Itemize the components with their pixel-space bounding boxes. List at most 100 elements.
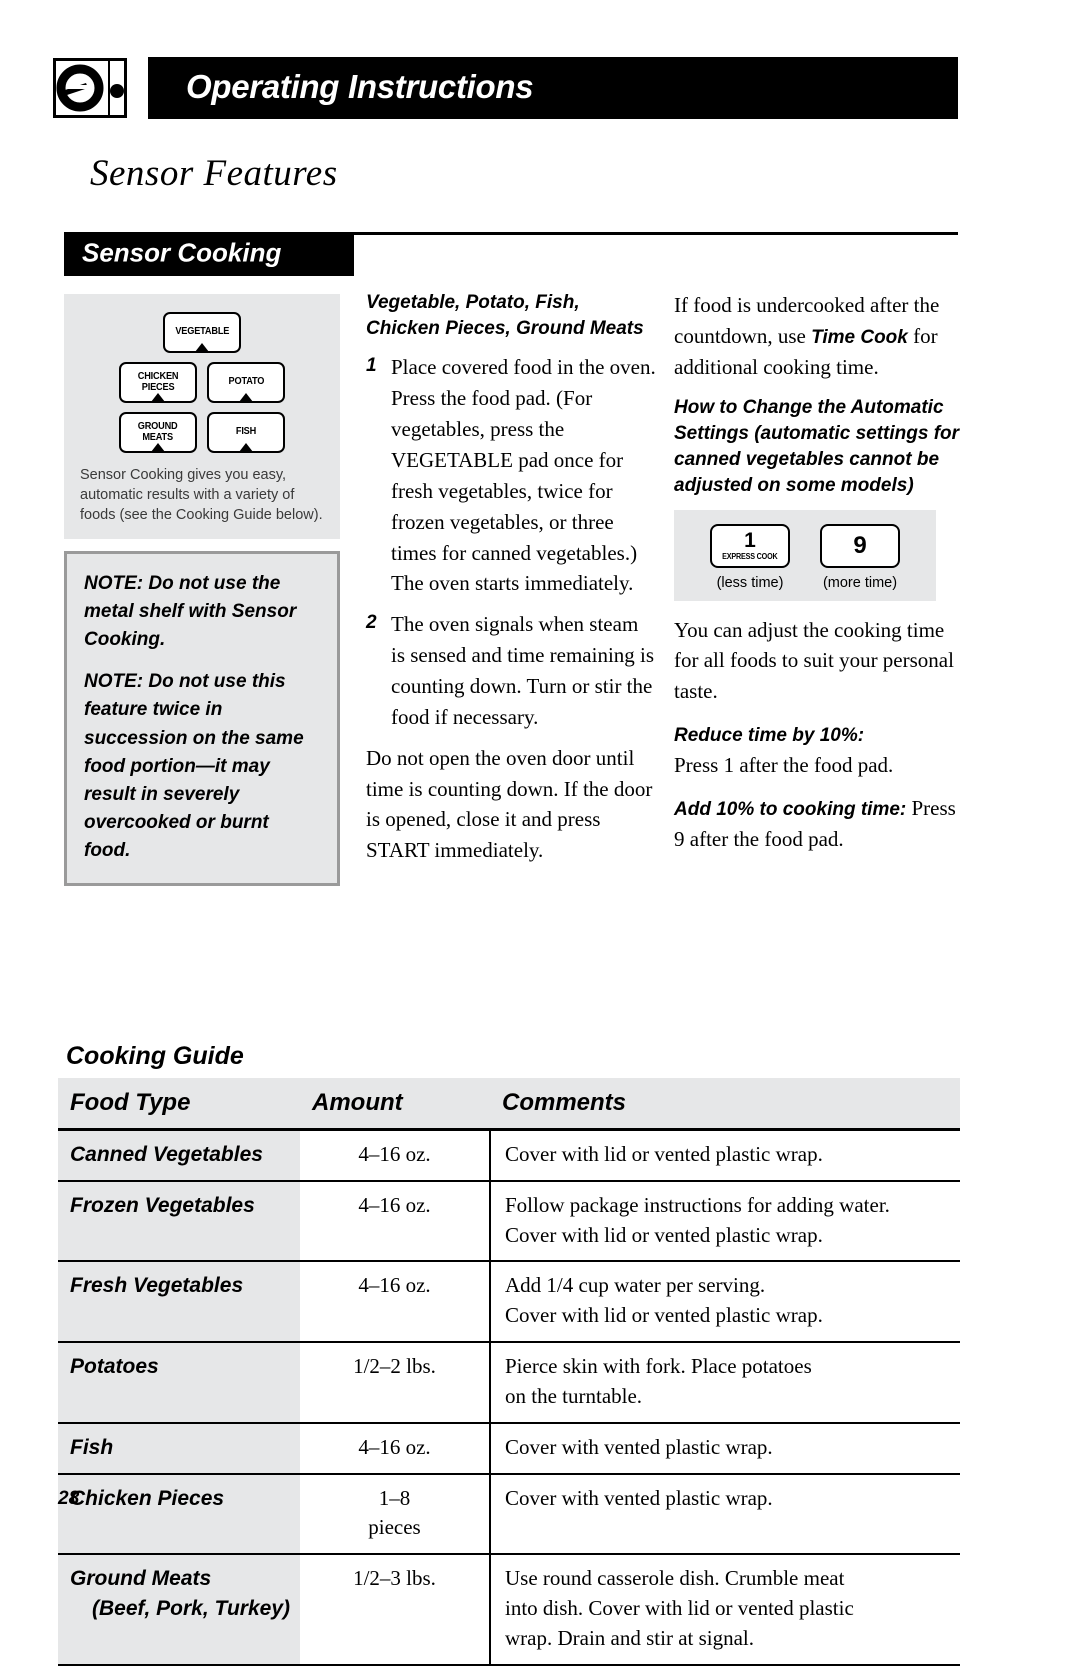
pad-potato[interactable]: POTATO (207, 362, 285, 403)
key-9-digit: 9 (853, 531, 867, 559)
sensor-cooking-band: Sensor Cooking (64, 232, 354, 276)
step-2-number: 2 (366, 612, 377, 634)
page-number: 28 (58, 1488, 80, 1509)
pad-nub-icon (239, 443, 253, 452)
step-2-text: The oven signals when steam is sensed an… (391, 612, 655, 729)
key-captions: (less time) (more time) (674, 575, 936, 591)
pad-ground-meats[interactable]: GROUND MEATS (119, 412, 197, 453)
pad-panel-caption: Sensor Cooking gives you easy, automatic… (80, 467, 323, 523)
table-row: Potatoes 1/2–2 lbs. Pierce skin with for… (58, 1342, 960, 1424)
comment-line: Use round casserole dish. Crumble meat (505, 1566, 845, 1591)
cell-food-type-sub: (Beef, Pork, Turkey) (92, 1596, 291, 1620)
pad-nub-icon (151, 443, 165, 452)
pad-nub-icon (195, 343, 209, 352)
table-row: Canned Vegetables 4–16 oz. Cover with li… (58, 1129, 960, 1182)
comment-line: Follow package instructions for adding w… (505, 1192, 890, 1217)
comment-line: on the turntable. (505, 1383, 643, 1408)
cell-food-type: Potatoes (58, 1342, 300, 1424)
table-header-row: Food Type Amount Comments (58, 1078, 960, 1131)
sensor-pad-diagram: VEGETABLE CHICKEN PIECES POTATO GROUND M… (64, 294, 340, 539)
comment-line: Cover with lid or vented plastic wrap. (505, 1142, 823, 1166)
left-column: VEGETABLE CHICKEN PIECES POTATO GROUND M… (64, 294, 340, 887)
pad-row-3: GROUND MEATS FISH (80, 412, 324, 453)
pad-vegetable-label: VEGETABLE (175, 326, 229, 338)
cooking-guide-table: Food Type Amount Comments Canned Vegetab… (58, 1078, 960, 1666)
comment-line: Add 1/4 cup water per serving. (505, 1273, 766, 1298)
key-express-cook-1[interactable]: 1 EXPRESS COOK (710, 523, 790, 568)
reduce-time-label: Reduce time by 10%: (674, 725, 865, 747)
note-box: NOTE: Do not use the metal shelf with Se… (64, 551, 340, 887)
reduce-time-block: Reduce time by 10%: Press 1 after the foo… (674, 719, 960, 781)
comment-line: into dish. Cover with lid or vented plas… (505, 1595, 854, 1620)
add-time-block: Add 10% to cooking time: Press 9 after t… (674, 793, 960, 855)
step-1-number: 1 (366, 355, 377, 377)
pad-nub-icon (239, 393, 253, 402)
table-row: Frozen Vegetables 4–16 oz. Follow packag… (58, 1180, 960, 1263)
cell-comments: Use round casserole dish. Crumble meat i… (489, 1554, 960, 1666)
pad-row-1: VEGETABLE (80, 312, 324, 353)
page-header: Operating Instructions (0, 57, 1080, 119)
cell-amount: 1–8 pieces (300, 1473, 490, 1556)
cell-food-type: Chicken Pieces (58, 1473, 300, 1556)
step-item-2: 2 The oven signals when steam is sensed … (366, 609, 656, 732)
cell-amount: 4–16 oz. (300, 1422, 490, 1475)
cell-food-type-main: Ground Meats (70, 1567, 212, 1591)
column-header-comments: Comments (490, 1078, 960, 1131)
adjust-cooking-paragraph: You can adjust the cooking time for all … (674, 617, 954, 704)
comment-line-spacer (505, 1513, 954, 1543)
cell-comments: Pierce skin with fork. Place potatoes on… (489, 1342, 960, 1424)
table-row: Ground Meats (Beef, Pork, Turkey) 1/2–3 … (58, 1554, 960, 1666)
header-bar: Operating Instructions (148, 57, 958, 119)
pad-ground-meats-label: GROUND MEATS (138, 421, 178, 443)
middle-column: Vegetable, Potato, Fish, Chicken Pieces,… (366, 290, 656, 878)
cell-comments: Cover with lid or vented plastic wrap. (489, 1129, 960, 1182)
key-adjust-panel: 1 EXPRESS COOK 9 (less time) (more time) (674, 509, 936, 601)
key-1-sublabel: EXPRESS COOK (722, 552, 778, 562)
comment-line: wrap. Drain and stir at signal. (505, 1625, 755, 1650)
sensor-cooking-label: Sensor Cooking (82, 237, 282, 268)
reduce-time-text: Press 1 after the food pad. (674, 753, 894, 778)
key-1-digit: 1 (744, 529, 756, 553)
table-row: Chicken Pieces 1–8 pieces Cover with ven… (58, 1473, 960, 1556)
cell-amount: 1/2–3 lbs. (300, 1554, 490, 1666)
cell-amount: 1/2–2 lbs. (300, 1342, 490, 1424)
sensor-steps-list: 1 Place covered food in the oven. Press … (366, 352, 656, 732)
how-to-change-heading: How to Change the Automatic Settings (au… (674, 396, 960, 497)
pad-chicken-pieces[interactable]: CHICKEN PIECES (119, 362, 197, 403)
pad-fish[interactable]: FISH (207, 412, 285, 453)
step-item-1: 1 Place covered food in the oven. Press … (366, 352, 656, 599)
comment-line: Pierce skin with fork. Place potatoes (505, 1354, 812, 1379)
cell-food-type: Ground Meats (Beef, Pork, Turkey) (58, 1554, 300, 1666)
column-header-amount: Amount (300, 1078, 490, 1131)
cell-comments: Cover with vented plastic wrap. (489, 1473, 960, 1556)
cell-food-type: Canned Vegetables (58, 1129, 300, 1182)
comment-line: Cover with vented plastic wrap. (505, 1485, 773, 1510)
comment-line: Cover with lid or vented plastic wrap. (505, 1222, 823, 1247)
note-metal-shelf: NOTE: Do not use the metal shelf with Se… (84, 573, 297, 651)
step-1-text: Place covered food in the oven. Press th… (391, 355, 656, 596)
pad-vegetable[interactable]: VEGETABLE (163, 312, 241, 353)
pad-grid: VEGETABLE CHICKEN PIECES POTATO GROUND M… (80, 312, 324, 453)
column-header-food-type: Food Type (58, 1078, 300, 1131)
key-9-caption: (more time) (822, 574, 898, 591)
page-title: Operating Instructions (186, 68, 534, 106)
cell-amount: 4–16 oz. (300, 1261, 490, 1344)
time-cook-emphasis: Time Cook (811, 326, 908, 348)
comment-line: Cover with vented plastic wrap. (505, 1434, 773, 1459)
table-row: Fresh Vegetables 4–16 oz. Add 1/4 cup wa… (58, 1261, 960, 1344)
right-column: If food is undercooked after the countdo… (674, 290, 960, 867)
pad-chicken-pieces-label: CHICKEN PIECES (137, 371, 179, 393)
cell-amount: 4–16 oz. (300, 1129, 490, 1182)
cell-food-type: Fish (58, 1422, 300, 1475)
undercooked-paragraph: If food is undercooked after the countdo… (674, 290, 960, 383)
cell-comments: Add 1/4 cup water per serving. Cover wit… (489, 1261, 960, 1344)
cell-food-type: Fresh Vegetables (58, 1261, 300, 1344)
key-1-caption: (less time) (716, 574, 784, 591)
cell-amount: 4–16 oz. (300, 1180, 490, 1263)
pad-potato-label: POTATO (228, 376, 264, 388)
key-9[interactable]: 9 (820, 523, 900, 568)
pad-nub-icon (151, 393, 165, 402)
table-row: Fish 4–16 oz. Cover with vented plastic … (58, 1422, 960, 1475)
ge-dial-logo-icon (53, 58, 127, 118)
pad-row-2: CHICKEN PIECES POTATO (80, 362, 324, 403)
